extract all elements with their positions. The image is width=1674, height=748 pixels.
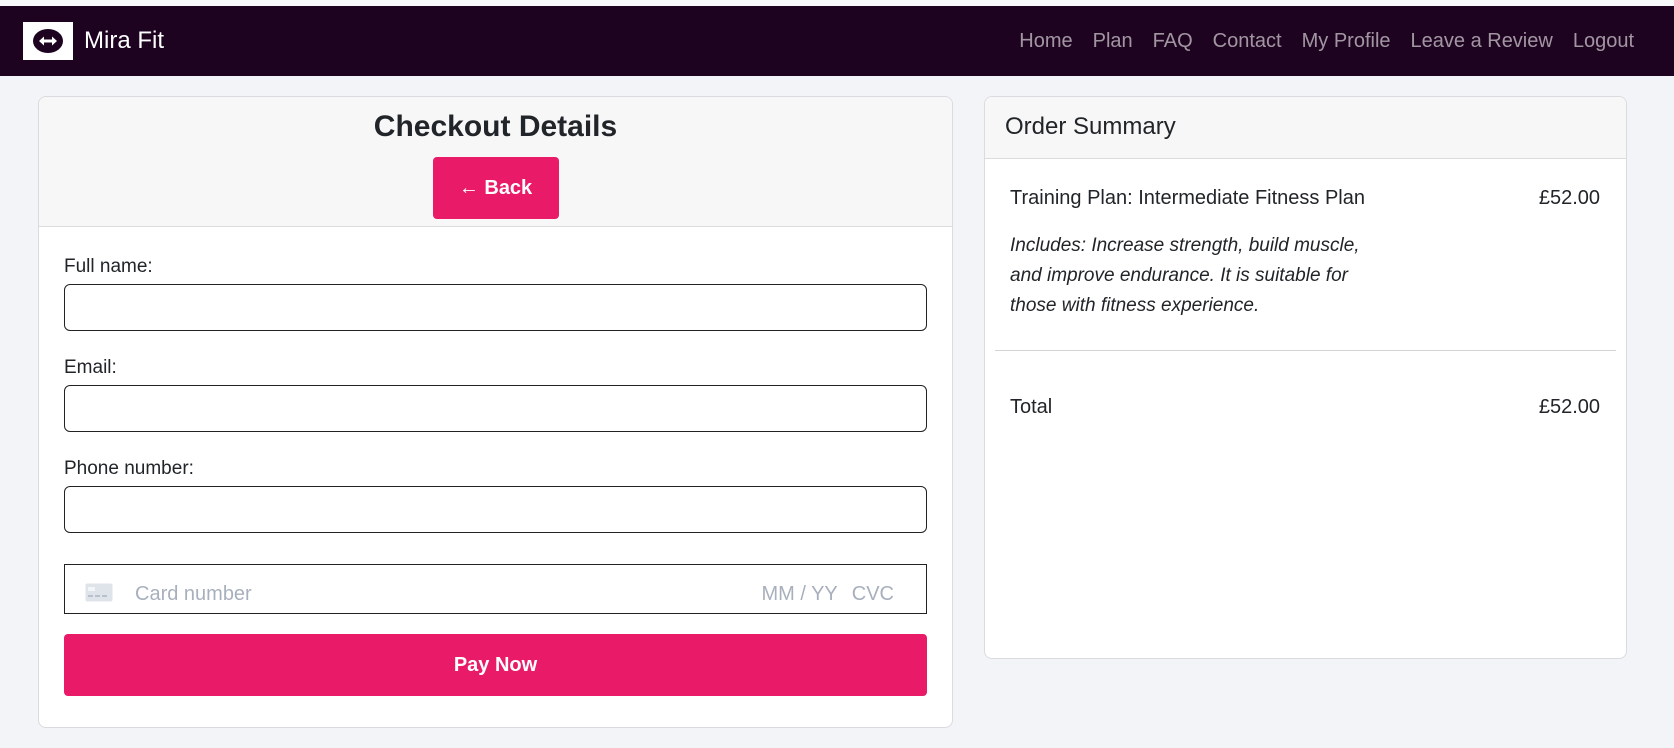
summary-divider xyxy=(995,350,1616,351)
nav-link-home[interactable]: Home xyxy=(1019,30,1072,53)
phone-label: Phone number: xyxy=(64,458,194,479)
back-button[interactable]: ← Back xyxy=(432,157,559,219)
nav-links: Home Plan FAQ Contact My Profile Leave a… xyxy=(1019,30,1634,53)
brand[interactable]: Mira Fit xyxy=(23,22,164,60)
card-input[interactable]: Card number MM / YY CVC xyxy=(64,564,927,614)
order-total-value: £52.00 xyxy=(1538,396,1600,418)
card-cvc-placeholder: CVC xyxy=(851,582,894,605)
nav-link-contact[interactable]: Contact xyxy=(1213,30,1282,53)
full-name-input[interactable] xyxy=(64,284,927,331)
nav-link-faq[interactable]: FAQ xyxy=(1153,30,1193,53)
checkout-title: Checkout Details xyxy=(373,110,618,143)
order-item-row: Training Plan: Intermediate Fitness Plan… xyxy=(1010,186,1600,210)
checkout-card: Checkout Details ← Back Full name: Email… xyxy=(38,96,953,728)
credit-card-icon xyxy=(85,583,113,602)
email-input[interactable] xyxy=(64,385,927,432)
card-number-placeholder: Card number xyxy=(135,582,252,605)
nav-link-leave-review[interactable]: Leave a Review xyxy=(1411,30,1553,53)
order-summary-card: Order Summary Training Plan: Intermediat… xyxy=(984,96,1627,659)
card-expiry-placeholder: MM / YY xyxy=(761,582,838,605)
brand-name: Mira Fit xyxy=(84,27,164,54)
arrows-left-right-icon xyxy=(23,22,73,60)
navbar: Mira Fit Home Plan FAQ Contact My Profil… xyxy=(0,6,1674,76)
order-total-label: Total xyxy=(1010,396,1053,418)
order-summary-body: Training Plan: Intermediate Fitness Plan… xyxy=(985,186,1626,419)
full-name-label: Full name: xyxy=(64,256,153,277)
checkout-header: Checkout Details ← Back xyxy=(39,97,952,227)
card-expiry-cvc: MM / YY CVC xyxy=(761,583,894,606)
nav-link-plan[interactable]: Plan xyxy=(1093,30,1133,53)
phone-input[interactable] xyxy=(64,486,927,533)
order-item-name: Training Plan: Intermediate Fitness Plan xyxy=(1010,187,1365,209)
order-item-description: Includes: Increase strength, build muscl… xyxy=(1010,235,1360,316)
nav-link-logout[interactable]: Logout xyxy=(1573,30,1634,53)
nav-link-my-profile[interactable]: My Profile xyxy=(1302,30,1391,53)
order-summary-title: Order Summary xyxy=(985,97,1626,159)
order-total-row: Total £52.00 xyxy=(1010,395,1600,419)
checkout-form: Full name: Email: Phone number: Card num… xyxy=(39,256,952,696)
pay-now-button[interactable]: Pay Now xyxy=(64,634,927,696)
order-item-price: £52.00 xyxy=(1538,187,1600,209)
email-label: Email: xyxy=(64,357,117,378)
